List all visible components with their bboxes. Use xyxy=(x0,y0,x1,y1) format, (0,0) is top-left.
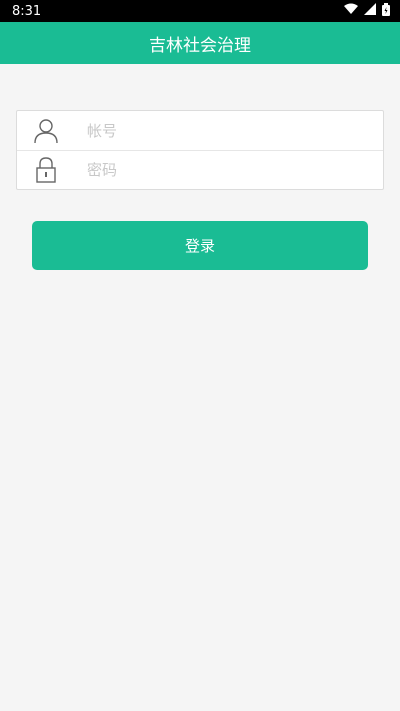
status-bar: 8:31 xyxy=(0,0,400,22)
account-input[interactable] xyxy=(85,120,349,141)
lock-icon xyxy=(33,157,59,183)
password-input[interactable] xyxy=(85,160,349,180)
app-bar: 吉林社会治理 xyxy=(0,22,400,64)
status-time: 8:31 xyxy=(12,3,42,19)
user-icon xyxy=(33,118,59,144)
status-icons xyxy=(344,2,390,20)
battery-icon xyxy=(382,2,390,20)
account-row xyxy=(17,111,383,150)
page-title: 吉林社会治理 xyxy=(149,35,251,56)
password-row xyxy=(17,150,383,189)
wifi-icon xyxy=(344,3,358,19)
signal-icon xyxy=(364,3,376,19)
login-form xyxy=(16,110,384,190)
login-button[interactable]: 登录 xyxy=(32,221,368,270)
